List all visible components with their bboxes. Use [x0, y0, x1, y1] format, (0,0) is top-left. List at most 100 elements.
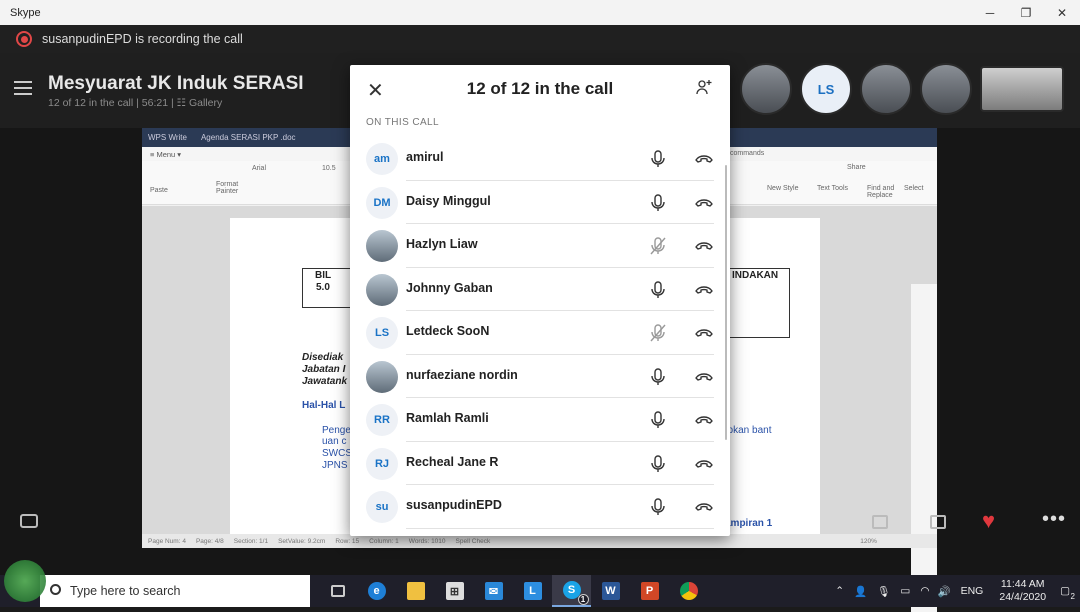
mic-icon[interactable]: [648, 367, 668, 387]
recording-banner: susanpudinEPD is recording the call: [0, 25, 1080, 53]
paste-label: Paste: [150, 187, 168, 194]
remove-from-call-icon[interactable]: [694, 412, 714, 428]
mic-icon[interactable]: [648, 497, 668, 517]
volume-icon[interactable]: 🔊: [938, 585, 951, 598]
edge-icon[interactable]: e: [357, 575, 396, 607]
mail-icon[interactable]: ✉: [474, 575, 513, 607]
status-zoom: 120%: [860, 537, 877, 545]
doc-table-bil: BIL: [315, 270, 332, 281]
remove-from-call-icon[interactable]: [694, 195, 714, 211]
status-item: Column: 1: [369, 537, 399, 545]
participant-name: nurfaeziane nordin: [406, 367, 518, 382]
mic-icon[interactable]: [648, 454, 668, 474]
powerpoint-icon[interactable]: P: [630, 575, 669, 607]
lync-icon[interactable]: L: [513, 575, 552, 607]
participant-row[interactable]: Johnny Gaban: [350, 268, 730, 311]
wifi-icon[interactable]: ◠: [920, 585, 929, 597]
recording-text: susanpudinEPD is recording the call: [42, 32, 243, 46]
mic-icon[interactable]: [648, 280, 668, 300]
participant-avatar[interactable]: LS: [800, 63, 852, 115]
panel-title: 12 of 12 in the call: [466, 79, 614, 98]
participant-row[interactable]: am amirul: [350, 137, 730, 181]
muted-mic-icon[interactable]: [648, 323, 668, 343]
chrome-icon[interactable]: [669, 575, 708, 607]
clock-date: 24/4/2020: [999, 591, 1047, 603]
doc-bullet: JPNS: [322, 460, 348, 471]
participant-avatar[interactable]: [860, 63, 912, 115]
find-replace-label: Find and Replace: [867, 185, 895, 199]
menu-icon[interactable]: [14, 81, 32, 95]
participant-row[interactable]: RR Ramlah Ramli: [350, 398, 730, 442]
language-indicator[interactable]: ENG: [961, 585, 984, 597]
notification-icon[interactable]: ▢ 2: [1060, 585, 1075, 601]
people-icon[interactable]: 👤: [854, 585, 867, 598]
participant-avatar[interactable]: [740, 63, 792, 115]
close-icon[interactable]: ✕: [1044, 0, 1080, 25]
font-size: 10.5: [322, 165, 336, 172]
skype-badge: 1: [577, 594, 589, 605]
doc-bullet: SWCS: [322, 448, 352, 459]
doc-bullet: Penge: [322, 425, 351, 436]
taskbar-apps: e ⊞ ✉ L S1 W P: [318, 575, 708, 607]
battery-icon[interactable]: ▭: [900, 585, 910, 597]
participant-name: Hazlyn Liaw: [406, 237, 478, 251]
word-icon[interactable]: W: [591, 575, 630, 607]
participant-row[interactable]: LS Letdeck SooN: [350, 311, 730, 355]
share-label: Share: [847, 164, 866, 171]
camera-icon[interactable]: [20, 514, 38, 528]
participant-row[interactable]: su susanpudinEPD: [350, 485, 730, 529]
doc-table-tindakan: INDAKAN: [732, 270, 779, 281]
participant-row[interactable]: RJ Recheal Jane R: [350, 442, 730, 485]
search-placeholder: Type here to search: [70, 584, 181, 598]
remove-from-call-icon[interactable]: [694, 369, 714, 385]
store-icon[interactable]: ⊞: [435, 575, 474, 607]
share-screen-icon[interactable]: [930, 515, 946, 529]
participant-avatar: RR: [366, 404, 398, 436]
participant-avatar[interactable]: [920, 63, 972, 115]
participant-row[interactable]: nurfaeziane nordin: [350, 355, 730, 398]
status-item: SetValue: 9.2cm: [278, 537, 326, 545]
system-tray: ⌃ 👤 🎙 ▭ ◠ 🔊 ENG 11:44 AM 24/4/2020 ▢ 2: [835, 575, 1080, 607]
text-tools-label: Text Tools: [817, 185, 848, 192]
skype-icon[interactable]: S1: [552, 575, 591, 607]
more-options-icon[interactable]: •••: [1042, 508, 1066, 531]
mic-icon[interactable]: [648, 193, 668, 213]
window-title: Skype: [10, 6, 41, 19]
self-video-preview[interactable]: [980, 66, 1064, 112]
heart-icon[interactable]: ♥: [982, 508, 995, 534]
task-view-icon[interactable]: [318, 575, 357, 607]
doc-tab: Agenda SERASI PKP .doc: [200, 133, 296, 142]
add-participant-icon[interactable]: [696, 79, 712, 95]
maximize-icon[interactable]: ❐: [1008, 0, 1044, 25]
notification-count: 2: [1070, 592, 1075, 601]
divider: [406, 527, 714, 529]
participant-row[interactable]: DM Daisy Minggul: [350, 181, 730, 224]
taskbar-search[interactable]: Type here to search: [40, 575, 310, 607]
mic-icon[interactable]: [648, 149, 668, 169]
title-bar: Skype ─ ❐ ✕: [0, 0, 1080, 25]
participant-name: Johnny Gaban: [406, 280, 493, 295]
participant-name: Recheal Jane R: [406, 454, 499, 469]
remove-from-call-icon[interactable]: [694, 238, 714, 254]
chevron-up-icon[interactable]: ⌃: [835, 585, 844, 597]
doc-text: ampiran 1: [725, 518, 773, 529]
remove-from-call-icon[interactable]: [694, 456, 714, 472]
minimize-icon[interactable]: ─: [972, 0, 1008, 25]
remove-from-call-icon[interactable]: [694, 325, 714, 341]
remove-from-call-icon[interactable]: [694, 499, 714, 515]
participants-panel: ✕ 12 of 12 in the call ON THIS CALL am am…: [350, 65, 730, 536]
doc-tab: WPS Write: [148, 133, 187, 142]
new-style-label: New Style: [767, 185, 799, 192]
remove-from-call-icon[interactable]: [694, 282, 714, 298]
muted-mic-icon[interactable]: [648, 236, 668, 256]
clock[interactable]: 11:44 AM 24/4/2020: [999, 578, 1046, 604]
recording-icon: [16, 31, 32, 47]
mic-icon[interactable]: [648, 410, 668, 430]
participant-row[interactable]: Hazlyn Liaw: [350, 224, 730, 268]
call-subtitle[interactable]: 12 of 12 in the call | 56:21 | ☷ Gallery: [48, 97, 222, 109]
remove-from-call-icon[interactable]: [694, 151, 714, 167]
microphone-icon[interactable]: 🎙: [877, 585, 890, 598]
scrollbar[interactable]: [725, 165, 727, 440]
file-explorer-icon[interactable]: [396, 575, 435, 607]
chat-icon[interactable]: [872, 515, 888, 529]
